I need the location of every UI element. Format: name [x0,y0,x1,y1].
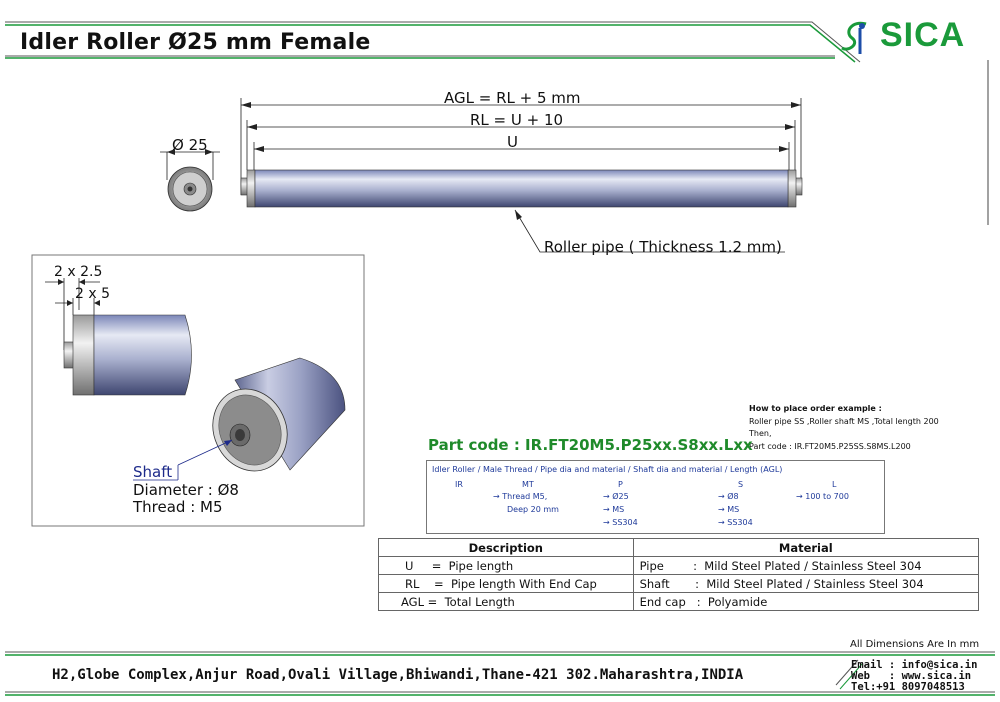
shaft-diameter: Diameter : Ø8 [133,481,239,499]
footer-address: H2,Globe Complex,Anjur Road,Ovali Villag… [52,667,744,683]
description-header: Description [378,538,634,557]
order-example-heading: How to place order example : [749,404,882,413]
diameter-label: Ø 25 [172,136,208,154]
order-example-line: Then, [749,429,772,438]
pipe-option: → SS304 [603,518,638,527]
length-option: → 100 to 700 [796,492,849,501]
spec-table-header: Description Material [378,538,980,557]
table-row: U = Pipe length Pipe : Mild Steel Plated… [378,556,980,575]
order-example: How to place order example : Roller pipe… [749,403,939,453]
code-l: L [832,480,837,489]
thread-depth: Deep 20 mm [507,505,559,514]
shaft-thread: Thread : M5 [133,498,223,516]
spec-table: Description Material U = Pipe length Pip… [378,538,980,611]
table-cell: U = Pipe length [378,556,634,575]
table-cell: AGL = Total Length [378,592,634,611]
pipe-option: → MS [603,505,625,514]
shaft-option: → Ø8 [718,492,739,501]
shaft-label: Shaft [133,463,173,481]
roller-pipe-note: Roller pipe ( Thickness 1.2 mm) [544,238,782,256]
pipe-option: → Ø25 [603,492,629,501]
table-cell: Pipe : Mild Steel Plated / Stainless Ste… [632,556,980,575]
table-row: RL = Pipe length With End Cap Shaft : Mi… [378,574,980,593]
code-s: S [738,480,744,489]
code-mt: MT [522,480,534,489]
table-row: AGL = Total Length End cap : Polyamide [378,592,980,611]
code-legend-header: Idler Roller / Male Thread / Pipe dia an… [432,465,783,474]
shaft-specs: Diameter : Ø8 Thread : M5 [133,482,239,516]
code-legend: Idler Roller / Male Thread / Pipe dia an… [426,460,885,534]
part-code: Part code : IR.FT20M5.P25xx.S8xx.Lxx [428,436,753,454]
code-ir: IR [455,480,463,489]
chamfer-label-2: 2 x 5 [75,286,110,302]
rl-dimension-label: RL = U + 10 [470,111,564,129]
u-dimension-label: U [507,133,518,151]
shaft-option: → MS [718,505,740,514]
table-cell: Shaft : Mild Steel Plated / Stainless St… [632,574,980,593]
shaft-option: → SS304 [718,518,753,527]
footer-contact: Email : info@sica.in Web : www.sica.in T… [851,660,977,693]
chamfer-label-1: 2 x 2.5 [54,264,103,280]
dimensions-note: All Dimensions Are In mm [850,639,980,650]
thread-spec: → Thread M5, [493,492,548,501]
code-p: P [618,480,623,489]
table-cell: RL = Pipe length With End Cap [378,574,634,593]
footer-tel: Tel:+91 8097048513 [851,681,965,693]
agl-dimension-label: AGL = RL + 5 mm [444,89,581,107]
order-example-line: Part code : IR.FT20M5.P25SS.S8MS.L200 [749,441,911,451]
table-cell: End cap : Polyamide [632,592,980,611]
material-header: Material [632,538,980,557]
order-example-line: Roller pipe SS ,Roller shaft MS ,Total l… [749,416,939,426]
